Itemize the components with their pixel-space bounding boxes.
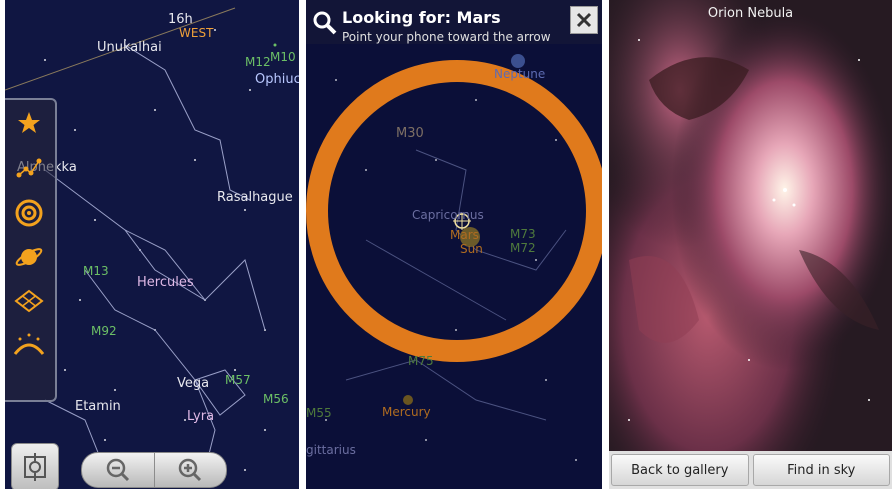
planet-label-sun: Sun: [460, 242, 483, 256]
zoom-in-button[interactable]: [155, 453, 227, 487]
gallery-panel: Orion Nebula Back to gallery Find in sky: [609, 0, 892, 489]
messier-label-m56: M56: [263, 392, 289, 406]
planet-label-neptune: Neptune: [494, 67, 546, 81]
direction-label-west: WEST: [179, 26, 214, 40]
crosshair-icon: [24, 453, 46, 481]
zoom-control: [81, 452, 227, 488]
constellation-label-capricornus: Capricornus: [412, 208, 484, 222]
toggle-messier-button[interactable]: [11, 196, 47, 230]
manual-mode-button[interactable]: [11, 443, 59, 489]
constellation-icon: [16, 158, 42, 178]
planet-icon: [15, 248, 43, 266]
planet-label-mercury: Mercury: [382, 405, 431, 419]
search-icon: [313, 11, 337, 35]
messier-label-m30: M30: [396, 126, 424, 141]
horizon-icon: [13, 333, 45, 355]
constellation-label-lyra: Lyra: [187, 409, 215, 424]
messier-label-m12: M12: [245, 55, 271, 69]
search-banner: Looking for: Mars Point your phone towar…: [306, 0, 602, 44]
orion-nebula-image: [609, 0, 892, 451]
back-to-gallery-button[interactable]: Back to gallery: [611, 454, 749, 486]
star-icon: [18, 112, 40, 133]
star-label-etamin: Etamin: [75, 399, 121, 414]
star-label-vega: Vega: [177, 376, 210, 391]
find-in-sky-button[interactable]: Find in sky: [752, 454, 890, 486]
search-sky-canvas: [306, 54, 602, 461]
zoom-out-icon: [106, 458, 129, 482]
toggle-grid-button[interactable]: [11, 284, 47, 318]
toggle-constellations-button[interactable]: [11, 152, 47, 186]
galaxy-icon: [15, 199, 43, 227]
messier-label-m55: M55: [306, 406, 332, 420]
zoom-in-icon: [179, 458, 202, 482]
messier-label-m72: M72: [510, 241, 536, 255]
grid-icon: [14, 289, 44, 313]
toggle-stars-button[interactable]: [11, 106, 47, 140]
star-label-unukalhai: Unukalhai: [97, 40, 162, 55]
messier-label-m75: M75: [408, 354, 434, 368]
zoom-out-button[interactable]: [82, 453, 154, 487]
search-instruction: Point your phone toward the arrow: [342, 30, 551, 44]
star-label-rasalhague: Rasalhague: [217, 190, 293, 205]
close-search-button[interactable]: [570, 6, 598, 34]
toggle-planets-button[interactable]: [11, 240, 47, 274]
constellation-label-sagittarius: gittarius: [306, 443, 356, 457]
sky-map-panel[interactable]: 16h WEST Unukalhai M12 M10 Ophiuc Alphek…: [5, 0, 299, 489]
constellation-label-hercules: Hercules: [137, 275, 194, 290]
close-icon: [576, 12, 592, 28]
planet-label-mars: Mars: [450, 228, 479, 242]
gallery-image-title: Orion Nebula: [707, 6, 794, 21]
messier-label-m73: M73: [510, 227, 536, 241]
messier-label-m57: M57: [225, 373, 251, 387]
search-panel[interactable]: Neptune M30 Capricornus Mars Sun M73 M72…: [306, 0, 602, 489]
messier-label-m92: M92: [91, 324, 117, 338]
layer-toolbar: [5, 98, 57, 402]
messier-label-m10: M10: [270, 50, 296, 64]
search-target-title: Looking for: Mars: [342, 8, 501, 27]
hour-label: 16h: [168, 12, 193, 27]
toggle-horizon-button[interactable]: [11, 328, 47, 362]
messier-label-m13: M13: [83, 264, 109, 278]
gallery-button-bar: Back to gallery Find in sky: [609, 451, 892, 489]
constellation-label-ophiuchus: Ophiuc: [255, 72, 299, 87]
